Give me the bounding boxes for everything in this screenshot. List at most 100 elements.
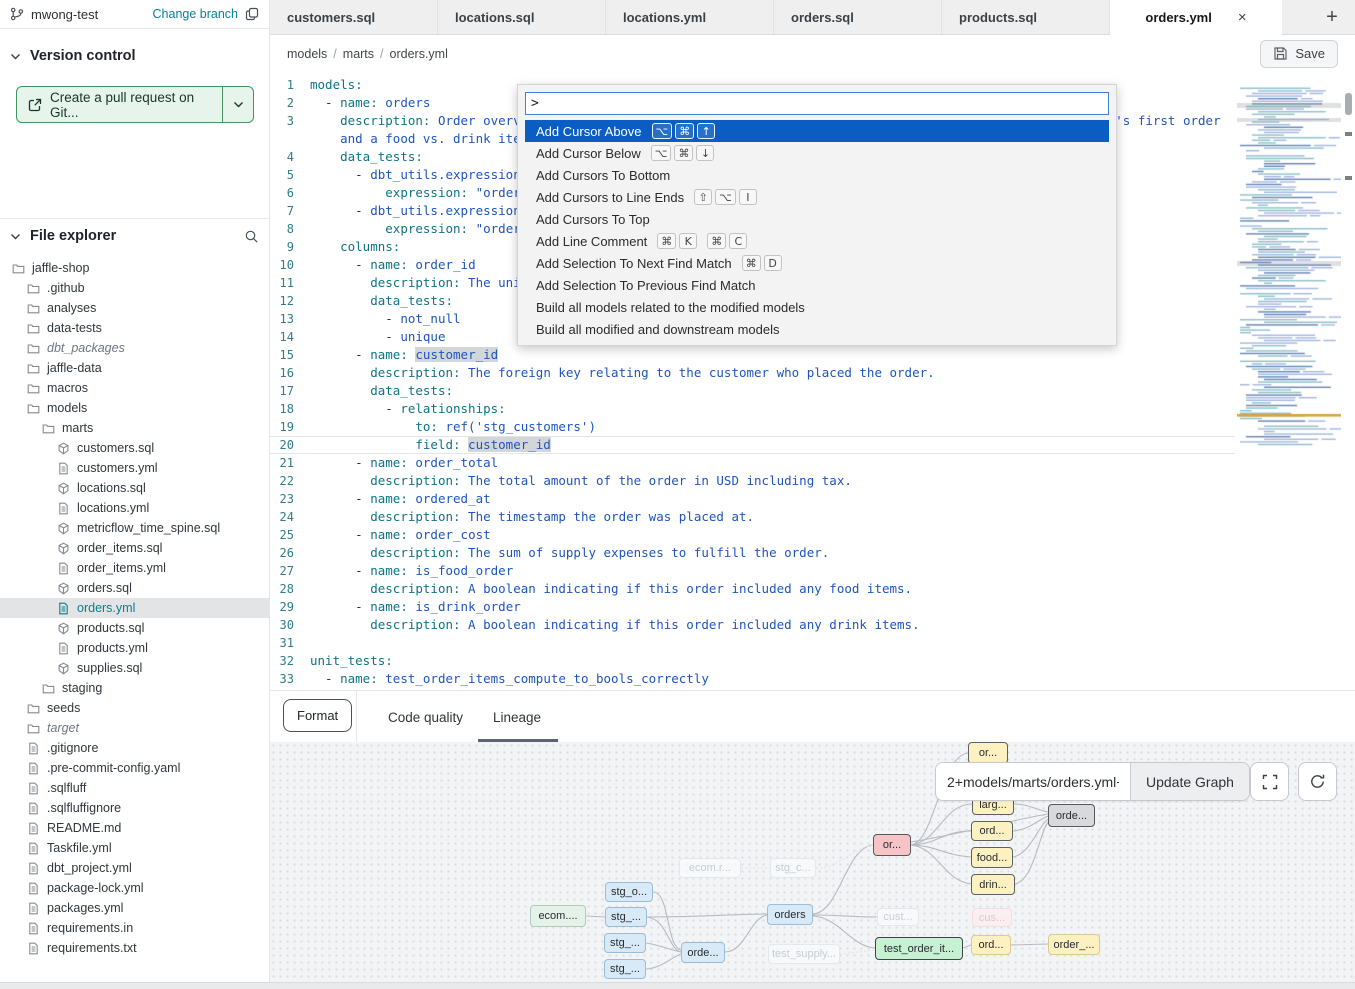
- lineage-node-ecom[interactable]: ecom....: [530, 905, 586, 927]
- code-line[interactable]: 20 field: customer_id: [270, 436, 1235, 454]
- tree-item-.sqlfluff[interactable]: .sqlfluff: [0, 778, 269, 798]
- tab-code-quality[interactable]: Code quality: [388, 691, 463, 743]
- tree-item-requirements.in[interactable]: requirements.in: [0, 918, 269, 938]
- tree-item-jaffle-shop[interactable]: jaffle-shop: [0, 258, 269, 278]
- tree-item-models[interactable]: models: [0, 398, 269, 418]
- lineage-node-orders[interactable]: orders: [767, 904, 813, 925]
- lineage-node-or[interactable]: or...: [968, 742, 1008, 764]
- palette-item[interactable]: Add Selection To Next Find Match⌘D: [525, 252, 1109, 274]
- tree-item-customers.sql[interactable]: customers.sql: [0, 438, 269, 458]
- tree-item-products.yml[interactable]: products.yml: [0, 638, 269, 658]
- code-line[interactable]: 21 - name: order_total: [270, 454, 1235, 472]
- palette-item[interactable]: Add Cursors To Bottom: [525, 164, 1109, 186]
- lineage-node-test_order_it[interactable]: test_order_it...: [875, 937, 963, 960]
- pr-dropdown-chevron[interactable]: [223, 87, 253, 122]
- tree-item-locations.sql[interactable]: locations.sql: [0, 478, 269, 498]
- tree-item-macros[interactable]: macros: [0, 378, 269, 398]
- tree-item-requirements.txt[interactable]: requirements.txt: [0, 938, 269, 958]
- lineage-node-orde[interactable]: orde...: [681, 942, 725, 963]
- lineage-node-food[interactable]: food...: [971, 847, 1013, 868]
- code-line[interactable]: 30 description: A boolean indicating if …: [270, 616, 1235, 634]
- lineage-node-order_[interactable]: order_...: [1048, 934, 1100, 955]
- tree-item-packages.yml[interactable]: packages.yml: [0, 898, 269, 918]
- tree-item-dbt_packages[interactable]: dbt_packages: [0, 338, 269, 358]
- lineage-node-cus[interactable]: cus...: [972, 908, 1012, 927]
- chevron-down-icon[interactable]: [10, 231, 21, 242]
- tree-item-README.md[interactable]: README.md: [0, 818, 269, 838]
- lineage-node-stg_[interactable]: stg_...: [605, 907, 647, 927]
- tree-item-.pre-commit-config.yaml[interactable]: .pre-commit-config.yaml: [0, 758, 269, 778]
- tree-item-data-tests[interactable]: data-tests: [0, 318, 269, 338]
- tab-orders.yml[interactable]: orders.yml×: [1110, 0, 1282, 34]
- lineage-node-stg_[interactable]: stg_...: [604, 933, 646, 953]
- create-pull-request-button[interactable]: Create a pull request on Git...: [16, 86, 254, 123]
- palette-item[interactable]: Build all models related to the modified…: [525, 296, 1109, 318]
- lineage-selector-input[interactable]: [936, 763, 1130, 800]
- tree-item-metricflow_time_spine.sql[interactable]: metricflow_time_spine.sql: [0, 518, 269, 538]
- palette-item[interactable]: Add Cursors To Top: [525, 208, 1109, 230]
- tree-item-staging[interactable]: staging: [0, 678, 269, 698]
- breadcrumb-item[interactable]: orders.yml: [390, 47, 448, 61]
- lineage-node-cust[interactable]: cust...: [877, 908, 919, 926]
- code-line[interactable]: 31: [270, 634, 1235, 652]
- lineage-node-ord[interactable]: ord...: [971, 935, 1011, 955]
- breadcrumb-item[interactable]: marts: [343, 47, 374, 61]
- code-line[interactable]: 24 description: The timestamp the order …: [270, 508, 1235, 526]
- palette-item[interactable]: Add Line Comment⌘K⌘C: [525, 230, 1109, 252]
- tree-item-target[interactable]: target: [0, 718, 269, 738]
- lineage-node-stg_[interactable]: stg_...: [604, 959, 646, 979]
- tree-item-dbt_project.yml[interactable]: dbt_project.yml: [0, 858, 269, 878]
- tree-item-orders.sql[interactable]: orders.sql: [0, 578, 269, 598]
- minimap[interactable]: [1237, 85, 1341, 450]
- tab-locations.yml[interactable]: locations.yml: [606, 0, 774, 34]
- lineage-node-orde[interactable]: orde...: [1048, 804, 1095, 827]
- code-line[interactable]: 17 data_tests:: [270, 382, 1235, 400]
- code-line[interactable]: 29 - name: is_drink_order: [270, 598, 1235, 616]
- tree-item-jaffle-data[interactable]: jaffle-data: [0, 358, 269, 378]
- tree-item-order_items.sql[interactable]: order_items.sql: [0, 538, 269, 558]
- tab-locations.sql[interactable]: locations.sql: [438, 0, 606, 34]
- palette-item[interactable]: Add Cursor Above⌥⌘↑: [525, 120, 1109, 142]
- palette-item[interactable]: Build all modified and downstream models: [525, 318, 1109, 340]
- code-line[interactable]: 33 - name: test_order_items_compute_to_b…: [270, 670, 1235, 688]
- command-palette-input[interactable]: [525, 92, 1109, 115]
- code-line[interactable]: 19 to: ref('stg_customers'): [270, 418, 1235, 436]
- fullscreen-button[interactable]: [1250, 762, 1289, 801]
- close-icon[interactable]: ×: [1238, 9, 1247, 26]
- tab-orders.sql[interactable]: orders.sql: [774, 0, 942, 34]
- tree-item-.sqlfluffignore[interactable]: .sqlfluffignore: [0, 798, 269, 818]
- code-editor[interactable]: 1models:2 - name: orders3 description: O…: [270, 72, 1355, 690]
- search-icon[interactable]: [244, 229, 259, 244]
- tab-customers.sql[interactable]: customers.sql: [270, 0, 438, 34]
- new-tab-button[interactable]: +: [1309, 0, 1355, 34]
- save-button[interactable]: Save: [1260, 40, 1338, 68]
- tab-lineage[interactable]: Lineage: [493, 691, 541, 743]
- tree-item-locations.yml[interactable]: locations.yml: [0, 498, 269, 518]
- format-button[interactable]: Format: [283, 699, 352, 732]
- change-branch-link[interactable]: Change branch: [153, 7, 238, 21]
- code-line[interactable]: 22 description: The total amount of the …: [270, 472, 1235, 490]
- tree-item-seeds[interactable]: seeds: [0, 698, 269, 718]
- tree-item-Taskfile.yml[interactable]: Taskfile.yml: [0, 838, 269, 858]
- tree-item-products.sql[interactable]: products.sql: [0, 618, 269, 638]
- update-graph-button[interactable]: Update Graph: [1130, 763, 1249, 800]
- code-line[interactable]: 18 - relationships:: [270, 400, 1235, 418]
- lineage-node-or[interactable]: or...: [873, 834, 911, 856]
- tree-item-package-lock.yml[interactable]: package-lock.yml: [0, 878, 269, 898]
- palette-item[interactable]: Add Cursors to Line Ends⇧⌥I: [525, 186, 1109, 208]
- code-line[interactable]: 15 - name: customer_id: [270, 346, 1235, 364]
- tree-item-order_items.yml[interactable]: order_items.yml: [0, 558, 269, 578]
- tree-item-.github[interactable]: .github: [0, 278, 269, 298]
- lineage-node-test_supply[interactable]: test_supply...: [768, 944, 840, 964]
- lineage-node-ord[interactable]: ord...: [971, 821, 1013, 841]
- palette-item[interactable]: Add Selection To Previous Find Match: [525, 274, 1109, 296]
- vertical-scrollbar[interactable]: [1344, 72, 1353, 690]
- palette-item[interactable]: Add Cursor Below⌥⌘↓: [525, 142, 1109, 164]
- copy-icon[interactable]: [245, 7, 259, 21]
- lineage-node-drin[interactable]: drin...: [971, 874, 1015, 895]
- tree-item-customers.yml[interactable]: customers.yml: [0, 458, 269, 478]
- tree-item-.gitignore[interactable]: .gitignore: [0, 738, 269, 758]
- code-line[interactable]: 16 description: The foreign key relating…: [270, 364, 1235, 382]
- horizontal-scrollbar[interactable]: [0, 982, 1355, 989]
- code-line[interactable]: 28 description: A boolean indicating if …: [270, 580, 1235, 598]
